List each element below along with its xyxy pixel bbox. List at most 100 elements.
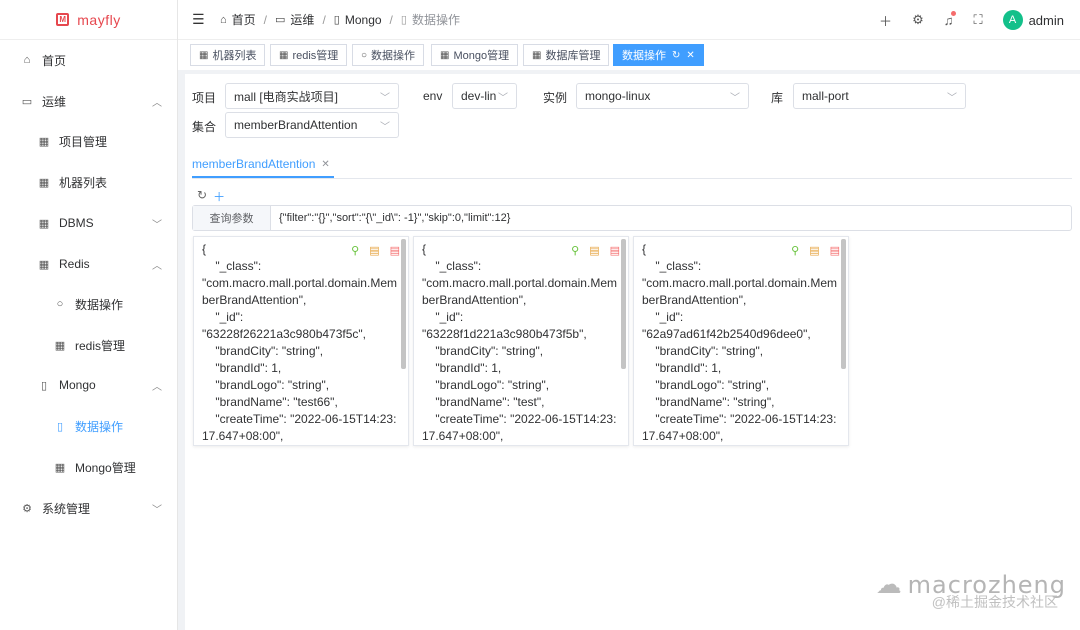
grid-icon: ▦: [38, 217, 50, 230]
grid-icon: ▦: [38, 258, 50, 271]
grid-icon: ▦: [54, 461, 66, 474]
scrollbar[interactable]: [401, 239, 406, 369]
toolbar: ↻ ＋: [197, 188, 225, 205]
sidebar-item-label: 项目管理: [59, 134, 108, 149]
instance-select[interactable]: mongo-linux ﹀: [576, 83, 749, 109]
chevron-up-icon[interactable]: ︿: [152, 257, 162, 272]
document-card: { "_class": "com.macro.mall.portal.domai…: [193, 236, 409, 446]
query-input[interactable]: {"filter":"{}","sort":"{\"_id\": -1}","s…: [271, 212, 510, 224]
tab-redis-data[interactable]: ○ 数据操作: [352, 44, 425, 66]
tab-divider: [192, 178, 1072, 179]
tabs-bar: ▦ 机器列表 ▦ redis管理 ○ 数据操作 ▦ Mongo管理 ▦ 数据库管理 数据操…: [178, 40, 1080, 70]
add-icon[interactable]: ＋: [879, 11, 892, 30]
query-label: 查询参数: [193, 206, 271, 230]
chevron-down-icon: ﹀: [498, 93, 508, 104]
chevron-down-icon[interactable]: ﹀: [152, 501, 162, 516]
grid-icon: ▦: [440, 49, 450, 61]
grid-icon: ▦: [279, 49, 289, 61]
document-json[interactable]: { "_class": "com.macro.mall.portal.domai…: [422, 241, 622, 445]
save-icon[interactable]: ▤: [369, 244, 379, 257]
tab-mongo-data[interactable]: 数据操作 ↻ ✕: [613, 44, 704, 66]
header: ☰ ⌂ 首页 / ▭ 运维 / ▯ Mongo / ▯ 数据操作 ＋ ⚙ ♫ ⛶…: [178, 0, 1080, 40]
breadcrumb-ops[interactable]: 运维: [290, 11, 314, 28]
close-icon[interactable]: ✕: [686, 50, 694, 61]
document-icon: ▯: [333, 14, 340, 26]
refresh-icon[interactable]: ↻: [197, 188, 207, 205]
sidebar-item-home[interactable]: ⌂ 首页: [0, 40, 178, 80]
chevron-up-icon[interactable]: ︿: [152, 378, 162, 393]
refresh-icon[interactable]: ↻: [672, 50, 680, 61]
main-content: 项目 mall [电商实战项目] ﹀ env dev-lin ﹀ 实例 mong…: [185, 74, 1080, 630]
document-json[interactable]: { "_class": "com.macro.mall.portal.domai…: [642, 241, 842, 445]
collection-select[interactable]: memberBrandAttention ﹀: [225, 112, 399, 138]
db-label: 库: [771, 91, 784, 105]
menu-toggle-icon[interactable]: ☰: [192, 11, 210, 28]
delete-icon[interactable]: ▤: [610, 244, 620, 257]
chevron-up-icon[interactable]: ︿: [152, 94, 162, 109]
wechat-icon: ☁: [875, 569, 902, 599]
sidebar-item-label: DBMS: [59, 216, 94, 230]
sidebar-item-label: redis管理: [75, 338, 126, 353]
env-label: env: [423, 89, 443, 103]
home-icon: ⌂: [220, 13, 227, 26]
logo[interactable]: M mayfly: [0, 0, 177, 40]
project-label: 项目: [192, 91, 217, 105]
delete-icon[interactable]: ▤: [390, 244, 400, 257]
sidebar-item-label: Mongo管理: [75, 460, 136, 475]
breadcrumb-home[interactable]: 首页: [232, 11, 256, 28]
user-menu[interactable]: A admin: [1002, 10, 1064, 30]
fullscreen-icon[interactable]: ⛶: [973, 12, 982, 28]
document-icon: ▯: [400, 14, 407, 26]
sidebar-item-ops[interactable]: ▭ 运维 ︿: [0, 81, 178, 121]
search-icon: ○: [56, 298, 64, 310]
sidebar-item-redis-data[interactable]: ○ 数据操作: [0, 284, 178, 324]
chevron-down-icon[interactable]: ﹀: [152, 216, 162, 231]
document-icon: ▯: [56, 420, 64, 433]
sidebar-item-mongo-data[interactable]: ▯ 数据操作: [0, 406, 178, 446]
sidebar-item-redis[interactable]: ▦ Redis ︿: [0, 244, 178, 284]
sidebar-item-dbms[interactable]: ▦ DBMS ﹀: [0, 203, 178, 243]
document-icon: ▯: [40, 379, 48, 392]
search-icon[interactable]: ⚲: [571, 244, 579, 257]
search-icon[interactable]: ⚲: [351, 244, 359, 257]
sidebar-item-machine-list[interactable]: ▦ 机器列表: [0, 162, 178, 202]
close-icon[interactable]: ✕: [321, 159, 329, 170]
breadcrumb-mongo[interactable]: Mongo: [345, 13, 382, 27]
notification-dot: [951, 10, 957, 16]
home-icon: ⌂: [23, 54, 31, 66]
card-actions: ⚲ ▤ ▤: [351, 244, 400, 257]
document-card: { "_class": "com.macro.mall.portal.domai…: [413, 236, 629, 446]
query-bar: 查询参数 {"filter":"{}","sort":"{\"_id\": -1…: [192, 205, 1072, 231]
document-card: { "_class": "com.macro.mall.portal.domai…: [633, 236, 849, 446]
add-icon[interactable]: ＋: [213, 188, 225, 205]
scrollbar[interactable]: [621, 239, 626, 369]
card-actions: ⚲ ▤ ▤: [571, 244, 620, 257]
search-icon: ○: [361, 49, 368, 61]
project-select[interactable]: mall [电商实战项目] ﹀: [225, 83, 399, 109]
document-json[interactable]: { "_class": "com.macro.mall.portal.domai…: [202, 241, 402, 445]
sidebar-item-mongo[interactable]: ▯ Mongo ︿: [0, 365, 178, 405]
gear-icon[interactable]: ⚙: [912, 12, 924, 28]
tab-redis-manage[interactable]: ▦ redis管理: [270, 44, 348, 66]
search-icon[interactable]: ⚲: [791, 244, 799, 257]
tab-mongo-manage[interactable]: ▦ Mongo管理: [431, 44, 519, 66]
db-select[interactable]: mall-port ﹀: [793, 83, 966, 109]
monitor-icon: ▭: [275, 14, 286, 26]
bell-icon[interactable]: ♫: [944, 10, 957, 28]
collection-label: 集合: [192, 120, 217, 134]
sidebar-item-mongo-manage[interactable]: ▦ Mongo管理: [0, 447, 178, 487]
tab-machine-list[interactable]: ▦ 机器列表: [190, 44, 266, 66]
env-select[interactable]: dev-lin ﹀: [452, 83, 517, 109]
save-icon[interactable]: ▤: [589, 244, 599, 257]
delete-icon[interactable]: ▤: [830, 244, 840, 257]
scrollbar[interactable]: [841, 239, 846, 369]
chevron-down-icon: ﹀: [947, 93, 957, 104]
sidebar-item-redis-manage[interactable]: ▦ redis管理: [0, 325, 178, 365]
collection-tab[interactable]: memberBrandAttention ✕: [192, 152, 334, 178]
sidebar-item-system-manage[interactable]: ⚙ 系统管理 ﹀: [0, 488, 178, 528]
tab-db-manage[interactable]: ▦ 数据库管理: [523, 44, 610, 66]
sidebar-item-label: 首页: [42, 53, 67, 68]
save-icon[interactable]: ▤: [809, 244, 819, 257]
sidebar: M mayfly ⌂ 首页 ▭ 运维 ︿ ▦ 项目管理 ▦ 机器列表 ▦ DBMS ﹀ ▦ Redis ︿ ○…: [0, 0, 178, 630]
sidebar-item-project-manage[interactable]: ▦ 项目管理: [0, 121, 178, 161]
